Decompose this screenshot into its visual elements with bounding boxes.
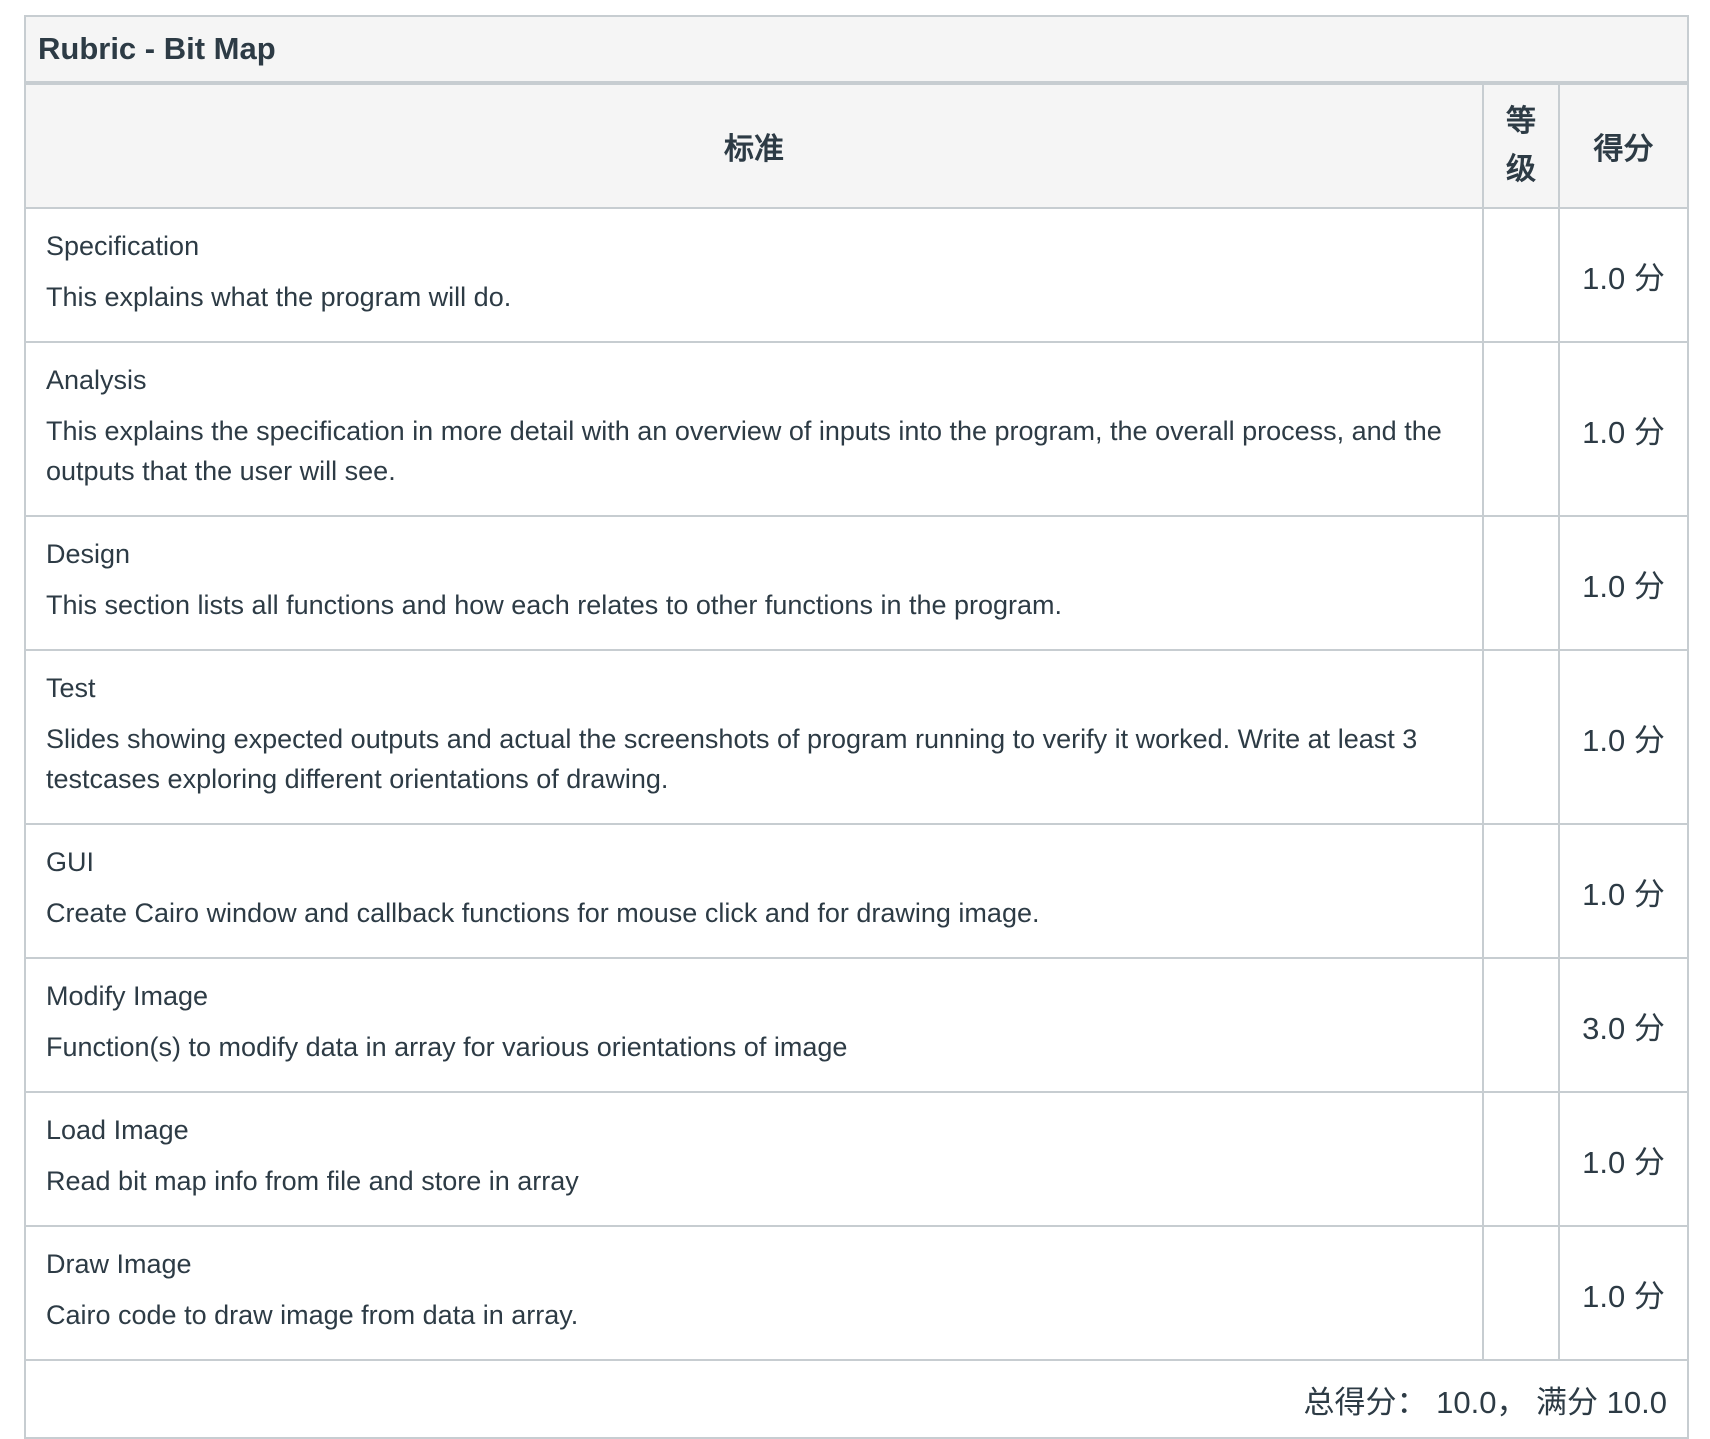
- criterion-description: Read bit map info from file and store in…: [46, 1166, 579, 1196]
- rubric-body: Specification This explains what the pro…: [24, 207, 1689, 1361]
- points-cell: 1.0 分: [1558, 207, 1689, 343]
- criterion-description: This explains what the program will do.: [46, 282, 512, 312]
- total-points: 总得分： 10.0， 满分 10.0: [24, 1359, 1689, 1439]
- criterion-cell: Specification This explains what the pro…: [24, 207, 1484, 343]
- rating-cell: [1482, 957, 1560, 1093]
- criterion-cell: GUI Create Cairo window and callback fun…: [24, 823, 1484, 959]
- criterion-description: This section lists all functions and how…: [46, 590, 1063, 620]
- criterion-name: Design: [46, 539, 131, 569]
- criteria-column-header: 标准: [24, 83, 1484, 209]
- points-cell: 1.0 分: [1558, 649, 1689, 825]
- criterion-name: Draw Image: [46, 1249, 192, 1279]
- rating-cell: [1482, 341, 1560, 517]
- criterion-row: Draw Image Cairo code to draw image from…: [24, 1225, 1689, 1361]
- rating-cell: [1482, 207, 1560, 343]
- criterion-cell: Test Slides showing expected outputs and…: [24, 649, 1484, 825]
- rating-cell: [1482, 823, 1560, 959]
- criterion-description: Function(s) to modify data in array for …: [46, 1032, 848, 1062]
- points-cell: 1.0 分: [1558, 515, 1689, 651]
- criterion-cell: Load Image Read bit map info from file a…: [24, 1091, 1484, 1227]
- criterion-cell: Design This section lists all functions …: [24, 515, 1484, 651]
- criterion-name: Load Image: [46, 1115, 189, 1145]
- rating-cell: [1482, 1225, 1560, 1361]
- total-row: 总得分： 10.0， 满分 10.0: [24, 1359, 1689, 1439]
- criterion-row: Design This section lists all functions …: [24, 515, 1689, 651]
- criterion-name: Analysis: [46, 365, 147, 395]
- criterion-description: Slides showing expected outputs and actu…: [46, 724, 1418, 794]
- points-cell: 1.0 分: [1558, 823, 1689, 959]
- rating-cell: [1482, 515, 1560, 651]
- rating-cell: [1482, 1091, 1560, 1227]
- criterion-description: Cairo code to draw image from data in ar…: [46, 1300, 579, 1330]
- rubric-title: Rubric - Bit Map: [38, 31, 276, 66]
- criterion-description: Create Cairo window and callback functio…: [46, 898, 1040, 928]
- criterion-row: Modify Image Function(s) to modify data …: [24, 957, 1689, 1093]
- criterion-cell: Analysis This explains the specification…: [24, 341, 1484, 517]
- rubric-table: 标准 等级 得分 Specification This explains wha…: [24, 83, 1689, 1439]
- points-cell: 1.0 分: [1558, 341, 1689, 517]
- points-cell: 3.0 分: [1558, 957, 1689, 1093]
- rubric-container: Rubric - Bit Map 标准 等级 得分 Specification …: [24, 15, 1689, 1439]
- criterion-name: GUI: [46, 847, 95, 877]
- points-cell: 1.0 分: [1558, 1225, 1689, 1361]
- points-cell: 1.0 分: [1558, 1091, 1689, 1227]
- criterion-name: Modify Image: [46, 981, 209, 1011]
- criterion-description: This explains the specification in more …: [46, 416, 1442, 486]
- criterion-name: Specification: [46, 231, 200, 261]
- points-column-header: 得分: [1558, 83, 1689, 209]
- rubric-header-row: 标准 等级 得分: [24, 83, 1689, 209]
- criterion-row: Load Image Read bit map info from file a…: [24, 1091, 1689, 1227]
- criterion-cell: Draw Image Cairo code to draw image from…: [24, 1225, 1484, 1361]
- criterion-cell: Modify Image Function(s) to modify data …: [24, 957, 1484, 1093]
- criterion-row: Test Slides showing expected outputs and…: [24, 649, 1689, 825]
- rating-column-header: 等级: [1482, 83, 1560, 209]
- rating-cell: [1482, 649, 1560, 825]
- criterion-row: Specification This explains what the pro…: [24, 207, 1689, 343]
- criterion-name: Test: [46, 673, 96, 703]
- rubric-title-bar: Rubric - Bit Map: [24, 15, 1689, 83]
- criterion-row: Analysis This explains the specification…: [24, 341, 1689, 517]
- criterion-row: GUI Create Cairo window and callback fun…: [24, 823, 1689, 959]
